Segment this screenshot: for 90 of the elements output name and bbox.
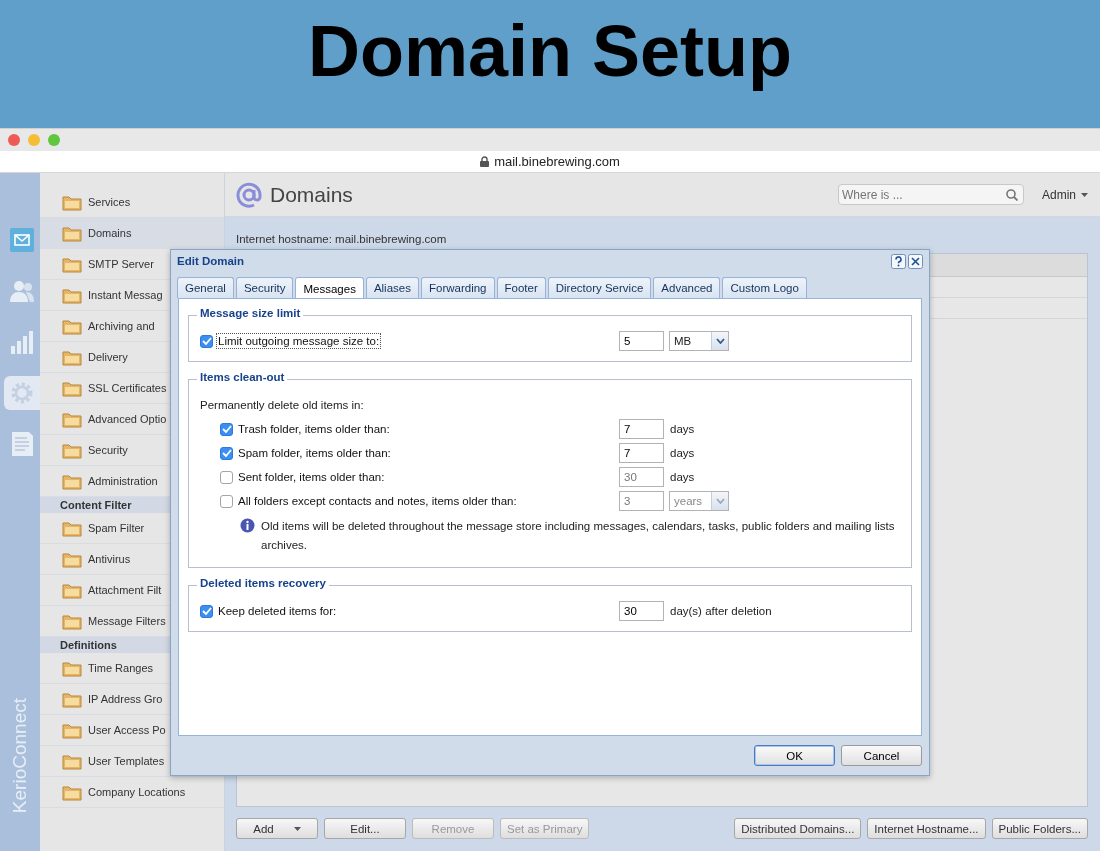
number-field[interactable]: 5	[619, 331, 664, 351]
number-field[interactable]: 30	[619, 467, 664, 487]
unit-dropdown[interactable]: years	[669, 491, 729, 511]
info-text: Old items will be deleted throughout the message store including messages, calendars, tasks, public folders and mailing lists archives.	[261, 519, 896, 553]
toolbar-button[interactable]: Distributed Domains...	[734, 818, 862, 839]
search-field[interactable]: Where is ...	[838, 184, 1024, 205]
number-field[interactable]: 3	[619, 491, 664, 511]
folder-icon	[62, 783, 82, 801]
caret-icon	[293, 826, 301, 831]
bar-chart-icon	[10, 329, 34, 355]
settings-icon	[9, 380, 35, 406]
url-text: mail.binebrewing.com	[494, 154, 620, 169]
help-icon[interactable]	[891, 253, 906, 269]
checkbox[interactable]	[200, 604, 213, 618]
unit-label: day(s) after deletion	[670, 605, 772, 617]
section-title: Items clean-out	[197, 371, 288, 383]
folder-icon	[62, 519, 82, 537]
tab[interactable]: Forwarding	[420, 277, 495, 298]
folder-icon	[62, 441, 82, 459]
folder-icon	[62, 224, 82, 242]
checkbox-label: Spam folder, items older than:	[237, 446, 392, 461]
number-field[interactable]: 30	[619, 601, 664, 621]
tab[interactable]: Custom Logo	[722, 277, 807, 298]
tab[interactable]: Directory Service	[547, 277, 652, 298]
users-icon	[9, 278, 35, 304]
tab[interactable]: Footer	[496, 277, 546, 298]
folder-icon	[62, 659, 82, 677]
window-control-icon[interactable]	[8, 134, 20, 146]
banner-title: Domain Setup	[308, 15, 792, 93]
page-title: Domains	[270, 182, 353, 207]
unit-dropdown[interactable]: MB	[669, 331, 729, 351]
checkbox-label: Limit outgoing message size to:	[216, 333, 382, 349]
hostname-text: Internet hostname: mail.binebrewing.com	[236, 233, 448, 245]
dialog-button[interactable]: Cancel	[841, 745, 922, 766]
checkbox[interactable]	[200, 334, 213, 348]
chevron-icon	[715, 338, 725, 344]
checkbox[interactable]	[220, 494, 233, 508]
brand-logo-text: KerioConnect	[9, 697, 31, 813]
folder-icon	[62, 612, 82, 630]
section-title: Message size limit	[197, 307, 304, 319]
info-icon	[240, 518, 255, 533]
close-icon[interactable]	[908, 253, 923, 269]
tab[interactable]: Advanced	[653, 277, 721, 298]
number-field[interactable]: 7	[619, 419, 664, 439]
sidebar-item[interactable]: Company Locations	[40, 777, 224, 808]
folder-icon	[62, 690, 82, 708]
folder-icon	[62, 255, 82, 273]
rail-tab[interactable]	[4, 376, 40, 410]
section-title: Deleted items recovery	[197, 577, 329, 589]
folder-icon	[62, 581, 82, 599]
tab[interactable]: General	[177, 277, 234, 298]
tab[interactable]: Messages	[295, 277, 364, 299]
folder-icon	[62, 472, 82, 490]
folder-icon	[62, 193, 82, 211]
document-icon	[10, 431, 34, 457]
checkbox[interactable]	[220, 422, 233, 436]
number-field[interactable]: 7	[619, 443, 664, 463]
folder-icon	[62, 317, 82, 335]
user-menu[interactable]: Admin	[1042, 187, 1088, 202]
chevron-icon	[715, 498, 725, 504]
window-control-icon[interactable]	[28, 134, 40, 146]
toolbar-button[interactable]: Add	[236, 818, 318, 839]
toolbar-button[interactable]: Public Folders...	[991, 818, 1088, 839]
dialog-button[interactable]: OK	[754, 745, 835, 766]
checkbox-label: Trash folder, items older than:	[237, 422, 391, 437]
folder-icon	[62, 286, 82, 304]
tab[interactable]: Security	[235, 277, 294, 298]
tab[interactable]: Aliases	[365, 277, 419, 298]
checkbox[interactable]	[220, 470, 233, 484]
checkbox-label: All folders except contacts and notes, items older than:	[237, 494, 518, 509]
toolbar-button[interactable]: Internet Hostname...	[867, 818, 986, 839]
sidebar-item[interactable]: Domains	[40, 218, 224, 249]
folder-icon	[62, 410, 82, 428]
lock-icon	[480, 156, 490, 167]
caret-icon	[1081, 192, 1088, 197]
checkbox[interactable]	[220, 446, 233, 460]
unit-label: days	[670, 471, 695, 483]
folder-icon	[62, 721, 82, 739]
checkbox-label: Sent folder, items older than:	[237, 470, 386, 485]
folder-icon	[62, 348, 82, 366]
at-sign-icon	[236, 181, 262, 208]
folder-icon	[62, 379, 82, 397]
folder-icon	[62, 752, 82, 770]
unit-label: days	[670, 447, 695, 459]
toolbar-button[interactable]: Edit...	[324, 818, 406, 839]
search-icon	[1006, 189, 1018, 201]
window-control-icon[interactable]	[48, 134, 60, 146]
folder-icon	[62, 550, 82, 568]
unit-label: days	[670, 423, 695, 435]
mail-icon	[10, 228, 34, 252]
